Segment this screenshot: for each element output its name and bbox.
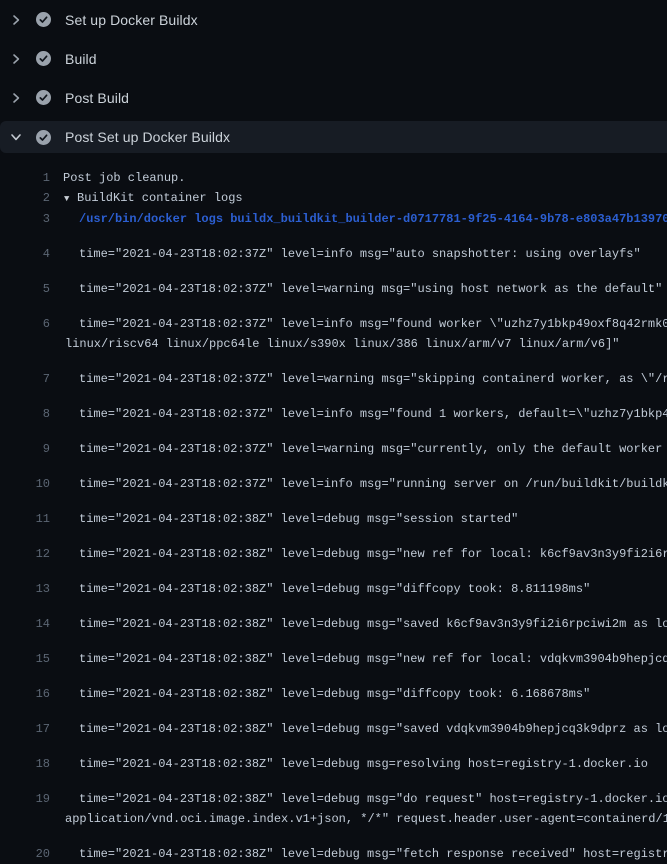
log-text: application/vnd.oci.image.index.v1+json,…	[50, 809, 667, 829]
line-number[interactable]: 8	[0, 404, 50, 424]
line-number[interactable]: 12	[0, 544, 50, 564]
log-line: 11time="2021-04-23T18:02:38Z" level=debu…	[0, 497, 667, 529]
step-header-set-up-docker-buildx[interactable]: Set up Docker Buildx	[0, 0, 667, 39]
step-title: Post Build	[65, 90, 129, 106]
line-number[interactable]: 3	[0, 209, 50, 229]
log-line: 15time="2021-04-23T18:02:38Z" level=debu…	[0, 637, 667, 669]
log-line: 9time="2021-04-23T18:02:37Z" level=warni…	[0, 427, 667, 459]
log-line: 5time="2021-04-23T18:02:37Z" level=warni…	[0, 267, 667, 299]
log-line: 16time="2021-04-23T18:02:38Z" level=debu…	[0, 672, 667, 704]
check-circle-icon	[36, 51, 51, 66]
line-number[interactable]: 16	[0, 684, 50, 704]
line-number[interactable]: 7	[0, 369, 50, 389]
log-line: 3/usr/bin/docker logs buildx_buildkit_bu…	[0, 209, 667, 229]
line-number[interactable]: 19	[0, 789, 50, 809]
log-command-text: /usr/bin/docker logs buildx_buildkit_bui…	[50, 209, 667, 229]
log-line: 4time="2021-04-23T18:02:37Z" level=info …	[0, 232, 667, 264]
log-line: 6time="2021-04-23T18:02:37Z" level=info …	[0, 302, 667, 334]
step-header-build[interactable]: Build	[0, 39, 667, 78]
line-number[interactable]: 11	[0, 509, 50, 529]
line-number[interactable]: 4	[0, 244, 50, 264]
line-number[interactable]: 6	[0, 314, 50, 334]
step-list: Set up Docker Buildx Build Post Build Post …	[0, 0, 667, 153]
line-number[interactable]: 15	[0, 649, 50, 669]
log-line: 19time="2021-04-23T18:02:38Z" level=debu…	[0, 777, 667, 809]
log-line-continuation: linux/riscv64 linux/ppc64le linux/s390x …	[0, 334, 667, 354]
line-number[interactable]: 20	[0, 844, 50, 864]
log-text: linux/riscv64 linux/ppc64le linux/s390x …	[50, 334, 620, 354]
log-text: time="2021-04-23T18:02:37Z" level=info m…	[50, 404, 667, 424]
line-number[interactable]: 5	[0, 279, 50, 299]
log-line: 1Post job cleanup.	[0, 168, 667, 188]
log-text: time="2021-04-23T18:02:37Z" level=info m…	[50, 314, 667, 334]
log-group-label: BuildKit container logs	[77, 191, 243, 205]
log-line: 2▼BuildKit container logs	[0, 188, 667, 209]
log-text: time="2021-04-23T18:02:38Z" level=debug …	[50, 614, 667, 634]
log-text: time="2021-04-23T18:02:38Z" level=debug …	[50, 789, 667, 809]
line-number	[0, 334, 50, 354]
line-number[interactable]: 13	[0, 579, 50, 599]
line-number[interactable]: 9	[0, 439, 50, 459]
log-text: time="2021-04-23T18:02:37Z" level=warnin…	[50, 369, 667, 389]
log-text: time="2021-04-23T18:02:38Z" level=debug …	[50, 579, 590, 599]
line-number[interactable]: 18	[0, 754, 50, 774]
log-text: time="2021-04-23T18:02:38Z" level=debug …	[50, 719, 667, 739]
log-line: 10time="2021-04-23T18:02:37Z" level=info…	[0, 462, 667, 494]
log-text: time="2021-04-23T18:02:37Z" level=warnin…	[50, 279, 662, 299]
step-title: Set up Docker Buildx	[65, 12, 198, 28]
log-line: 20time="2021-04-23T18:02:38Z" level=debu…	[0, 832, 667, 864]
triangle-down-icon: ▼	[64, 189, 77, 209]
line-number[interactable]: 14	[0, 614, 50, 634]
log-text: time="2021-04-23T18:02:38Z" level=debug …	[50, 649, 667, 669]
log-text: Post job cleanup.	[50, 168, 185, 188]
log-line: 18time="2021-04-23T18:02:38Z" level=debu…	[0, 742, 667, 774]
line-number[interactable]: 17	[0, 719, 50, 739]
chevron-right-icon	[8, 12, 24, 28]
log-text: time="2021-04-23T18:02:38Z" level=debug …	[50, 844, 667, 864]
log-text: time="2021-04-23T18:02:37Z" level=warnin…	[50, 439, 667, 459]
chevron-right-icon	[8, 51, 24, 67]
check-circle-icon	[36, 130, 51, 145]
log-line: 12time="2021-04-23T18:02:38Z" level=debu…	[0, 532, 667, 564]
step-header-post-set-up-docker-buildx[interactable]: Post Set up Docker Buildx	[0, 121, 667, 153]
line-number[interactable]: 1	[0, 168, 50, 188]
log-text: time="2021-04-23T18:02:38Z" level=debug …	[50, 754, 648, 774]
chevron-down-icon	[8, 129, 24, 145]
log-line: 14time="2021-04-23T18:02:38Z" level=debu…	[0, 602, 667, 634]
step-title: Build	[65, 51, 97, 67]
log-text: time="2021-04-23T18:02:37Z" level=info m…	[50, 244, 641, 264]
check-circle-icon	[36, 12, 51, 27]
line-number[interactable]: 10	[0, 474, 50, 494]
step-title: Post Set up Docker Buildx	[65, 129, 230, 145]
actions-log-viewer: { "sections": [ { "label": "Set up Docke…	[0, 0, 667, 600]
log-text: time="2021-04-23T18:02:38Z" level=debug …	[50, 544, 667, 564]
check-circle-icon	[36, 90, 51, 105]
log-group-toggle[interactable]: ▼BuildKit container logs	[50, 188, 243, 209]
step-header-post-build[interactable]: Post Build	[0, 78, 667, 117]
chevron-right-icon	[8, 90, 24, 106]
log-line: 13time="2021-04-23T18:02:38Z" level=debu…	[0, 567, 667, 599]
line-number[interactable]: 2	[0, 188, 50, 209]
log-line: 7time="2021-04-23T18:02:37Z" level=warni…	[0, 357, 667, 389]
log-text: time="2021-04-23T18:02:38Z" level=debug …	[50, 509, 518, 529]
log-line-continuation: application/vnd.oci.image.index.v1+json,…	[0, 809, 667, 829]
log-line: 17time="2021-04-23T18:02:38Z" level=debu…	[0, 707, 667, 739]
log-line: 8time="2021-04-23T18:02:37Z" level=info …	[0, 392, 667, 424]
log-text: time="2021-04-23T18:02:38Z" level=debug …	[50, 684, 590, 704]
log-lines: 1Post job cleanup.2▼BuildKit container l…	[0, 156, 667, 864]
log-text: time="2021-04-23T18:02:37Z" level=info m…	[50, 474, 667, 494]
line-number	[0, 809, 50, 829]
